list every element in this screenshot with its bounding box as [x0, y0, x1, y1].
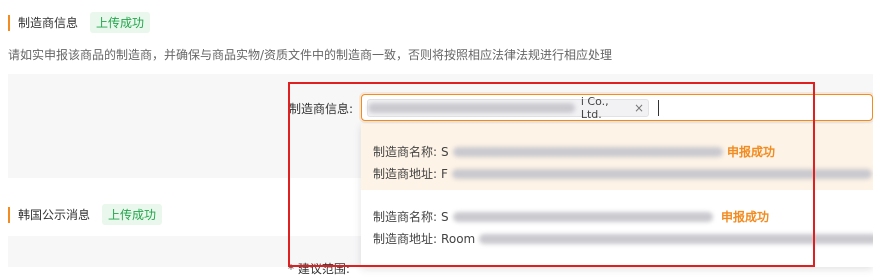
dropdown-option[interactable]: 制造商名称: S 申报成功 制造商地址: Room: [361, 198, 873, 262]
upload-status-badge: 上传成功: [90, 12, 151, 33]
redacted-text: [451, 168, 872, 179]
option-name-row: 制造商名称: S: [373, 143, 723, 160]
option-name-label: 制造商名称:: [373, 145, 438, 159]
manufacturer-hint-text: 请如实申报该商品的制造商，并确保与商品实物/资质文件中的制造商一致，否则将按照相…: [8, 48, 613, 62]
option-address-value: F: [441, 166, 448, 181]
manufacturer-select-input[interactable]: i Co., Ltd. ×: [361, 94, 873, 121]
manufacturer-section-header: 制造商信息 上传成功: [8, 12, 151, 33]
manufacturer-dropdown: 制造商名称: S 申报成功 制造商地址: F 制造商名称: S 申报成功 制造商…: [361, 124, 873, 267]
section-title: 韩国公示消息: [18, 208, 91, 222]
option-address-label: 制造商地址:: [373, 232, 438, 246]
option-address-row: 制造商地址: F: [373, 165, 872, 182]
option-address-value: Room: [441, 231, 476, 246]
tag-label: i Co., Ltd.: [580, 95, 609, 121]
section-title: 制造商信息: [18, 16, 79, 30]
option-name-row: 制造商名称: S: [373, 208, 713, 225]
option-name-value: S: [441, 209, 449, 224]
section-accent-bar: [8, 206, 10, 223]
option-status: 申报成功: [727, 145, 776, 159]
korea-section-header: 韩国公示消息 上传成功: [8, 204, 163, 225]
suggested-range-label: * 建议范围:: [288, 262, 350, 276]
option-address-label: 制造商地址:: [373, 167, 438, 181]
option-status: 申报成功: [721, 210, 770, 224]
dropdown-option[interactable]: 制造商名称: S 申报成功 制造商地址: F: [361, 124, 873, 190]
redacted-text: [452, 146, 723, 157]
selected-manufacturer-tag: i Co., Ltd. ×: [367, 95, 649, 121]
option-address-row: 制造商地址: Room: [373, 230, 873, 247]
upload-status-badge: 上传成功: [102, 204, 163, 225]
close-icon[interactable]: ×: [634, 101, 644, 115]
redacted-text: [479, 233, 873, 244]
option-name-value: S: [441, 144, 449, 159]
section-accent-bar: [8, 14, 10, 31]
option-name-label: 制造商名称:: [373, 210, 438, 224]
redacted-text: [368, 103, 575, 113]
text-caret: [658, 100, 659, 116]
manufacturer-field-label: 制造商信息:: [289, 102, 354, 116]
redacted-text: [452, 211, 713, 222]
